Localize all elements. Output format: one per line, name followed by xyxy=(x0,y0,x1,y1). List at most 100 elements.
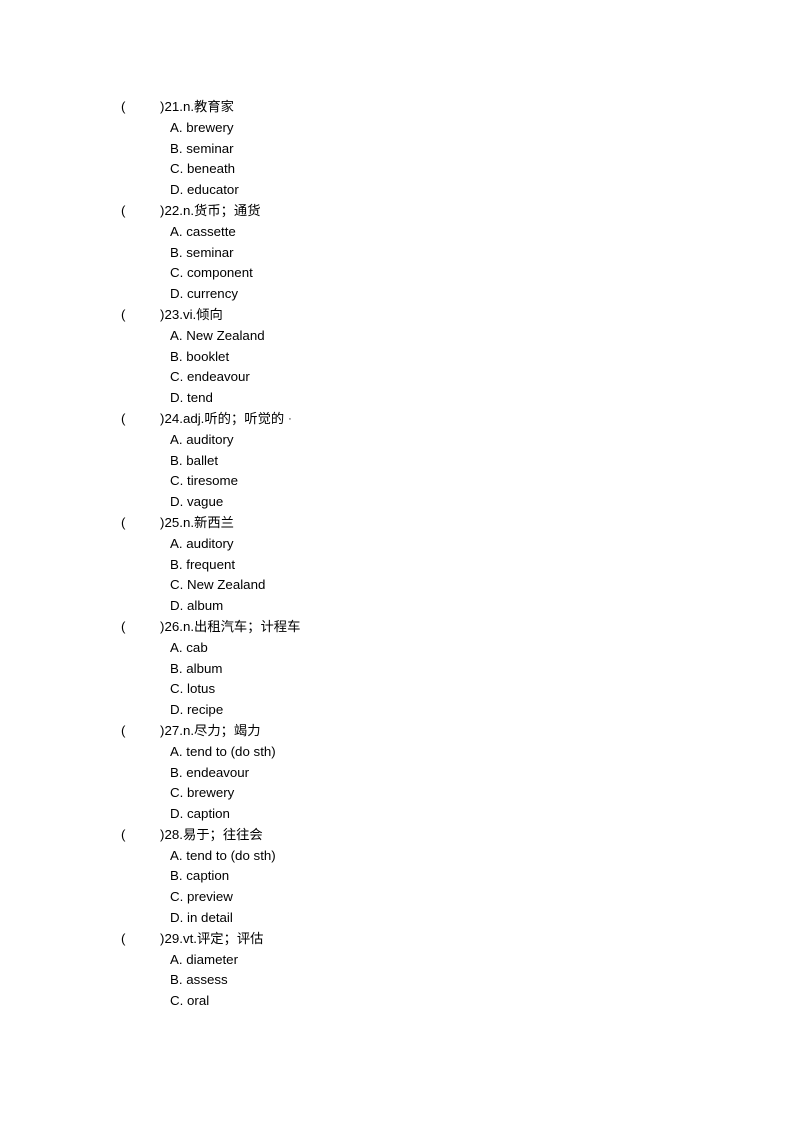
option-letter: B. xyxy=(170,140,183,156)
option-text: frequent xyxy=(182,556,236,572)
answer-blank[interactable]: ( xyxy=(121,721,160,742)
answer-option[interactable]: B. caption xyxy=(0,866,794,887)
answer-option[interactable]: B. ballet xyxy=(0,451,794,472)
question-prompt[interactable]: ()24.adj.听的；听觉的 · xyxy=(0,409,794,430)
question-block: ()27.n.尽力；竭力 A. tend to (do sth) B. endeav… xyxy=(0,721,794,825)
part-of-speech: vt. xyxy=(182,930,197,946)
question-number: 24. xyxy=(164,410,183,426)
answer-option[interactable]: A. tend to (do sth) xyxy=(0,742,794,763)
option-letter: C. xyxy=(170,161,184,177)
answer-option[interactable]: C. oral xyxy=(0,991,794,1012)
answer-blank[interactable]: ( xyxy=(121,201,160,222)
answer-option[interactable]: A. tend to (do sth) xyxy=(0,846,794,867)
answer-option[interactable]: A. diameter xyxy=(0,950,794,971)
answer-option[interactable]: A. auditory xyxy=(0,430,794,451)
answer-blank[interactable]: ( xyxy=(121,617,160,638)
answer-option[interactable]: D. tend xyxy=(0,388,794,409)
answer-blank[interactable]: ( xyxy=(121,409,160,430)
question-gloss: 货币；通货 xyxy=(194,203,261,219)
question-prompt[interactable]: ()29.vt.评定；评估 xyxy=(0,929,794,950)
option-text: booklet xyxy=(182,348,230,364)
question-prompt[interactable]: ()26.n.出租汽车；计程车 xyxy=(0,617,794,638)
option-text: caption xyxy=(182,868,230,884)
answer-blank[interactable]: ( xyxy=(121,305,160,326)
option-letter: B. xyxy=(170,660,183,676)
answer-option[interactable]: D. recipe xyxy=(0,700,794,721)
answer-option[interactable]: C. endeavour xyxy=(0,367,794,388)
question-number: 26. xyxy=(164,618,183,634)
answer-option[interactable]: D. educator xyxy=(0,180,794,201)
question-prompt[interactable]: ()22.n.货币；通货 xyxy=(0,201,794,222)
answer-option[interactable]: B. album xyxy=(0,659,794,680)
answer-blank[interactable]: ( xyxy=(121,513,160,534)
option-letter: B. xyxy=(170,868,183,884)
question-list: ()21.n.教育家 A. brewery B. seminar C. beneath… xyxy=(0,97,794,1012)
option-text: cassette xyxy=(182,223,236,239)
answer-option[interactable]: D. currency xyxy=(0,284,794,305)
answer-blank[interactable]: ( xyxy=(121,929,160,950)
option-text: tend to (do sth) xyxy=(182,743,276,759)
answer-option[interactable]: A. auditory xyxy=(0,534,794,555)
option-text: brewery xyxy=(183,785,235,801)
option-text: ballet xyxy=(182,452,219,468)
option-letter: D. xyxy=(170,598,184,614)
trailing-mark: · xyxy=(288,412,292,425)
answer-option[interactable]: B. booklet xyxy=(0,347,794,368)
answer-option[interactable]: C. beneath xyxy=(0,159,794,180)
answer-option[interactable]: D. vague xyxy=(0,492,794,513)
answer-option[interactable]: D. in detail xyxy=(0,908,794,929)
answer-blank[interactable]: ( xyxy=(121,825,160,846)
option-text: brewery xyxy=(182,119,234,135)
answer-option[interactable]: C. brewery xyxy=(0,783,794,804)
option-letter: D. xyxy=(170,910,184,926)
answer-option[interactable]: A. New Zealand xyxy=(0,326,794,347)
answer-option[interactable]: B. seminar xyxy=(0,139,794,160)
option-letter: C. xyxy=(170,265,184,281)
option-text: currency xyxy=(183,286,238,302)
option-letter: B. xyxy=(170,348,183,364)
question-block: ()29.vt.评定；评估 A. diameter B. assess C. oral xyxy=(0,929,794,1012)
answer-option[interactable]: C. preview xyxy=(0,887,794,908)
answer-option[interactable]: A. cab xyxy=(0,638,794,659)
option-text: cab xyxy=(182,639,208,655)
answer-option[interactable]: C. component xyxy=(0,263,794,284)
answer-option[interactable]: B. frequent xyxy=(0,555,794,576)
option-text: recipe xyxy=(183,702,224,718)
option-letter: A. xyxy=(170,847,183,863)
option-letter: A. xyxy=(170,951,183,967)
answer-option[interactable]: D. album xyxy=(0,596,794,617)
question-prompt[interactable]: ()21.n.教育家 xyxy=(0,97,794,118)
question-block: ()23.vi.倾向 A. New Zealand B. booklet C. end… xyxy=(0,305,794,409)
option-letter: C. xyxy=(170,577,184,593)
option-letter: A. xyxy=(170,431,183,447)
option-letter: A. xyxy=(170,327,183,343)
option-text: album xyxy=(183,598,224,614)
question-prompt[interactable]: ()28.易于；往往会 xyxy=(0,825,794,846)
answer-option[interactable]: C. tiresome xyxy=(0,471,794,492)
option-text: endeavour xyxy=(183,369,250,385)
question-number: 29. xyxy=(164,930,183,946)
question-number: 23. xyxy=(164,306,183,322)
answer-option[interactable]: B. endeavour xyxy=(0,763,794,784)
answer-option[interactable]: B. seminar xyxy=(0,243,794,264)
answer-option[interactable]: D. caption xyxy=(0,804,794,825)
option-letter: B. xyxy=(170,244,183,260)
answer-option[interactable]: C. lotus xyxy=(0,679,794,700)
question-number: 28. xyxy=(164,826,183,842)
part-of-speech: n. xyxy=(182,99,195,114)
question-gloss: 出租汽车；计程车 xyxy=(194,619,301,635)
option-text: caption xyxy=(183,806,230,822)
option-letter: A. xyxy=(170,119,183,135)
answer-blank[interactable]: ( xyxy=(121,97,160,118)
question-prompt[interactable]: ()27.n.尽力；竭力 xyxy=(0,721,794,742)
answer-option[interactable]: A. brewery xyxy=(0,118,794,139)
question-prompt[interactable]: ()23.vi.倾向 xyxy=(0,305,794,326)
answer-option[interactable]: B. assess xyxy=(0,970,794,991)
answer-option[interactable]: C. New Zealand xyxy=(0,575,794,596)
question-prompt[interactable]: ()25.n.新西兰 xyxy=(0,513,794,534)
question-number: 27. xyxy=(164,722,183,738)
answer-option[interactable]: A. cassette xyxy=(0,222,794,243)
option-text: tiresome xyxy=(183,473,238,489)
option-letter: D. xyxy=(170,494,184,510)
option-text: component xyxy=(183,265,253,281)
